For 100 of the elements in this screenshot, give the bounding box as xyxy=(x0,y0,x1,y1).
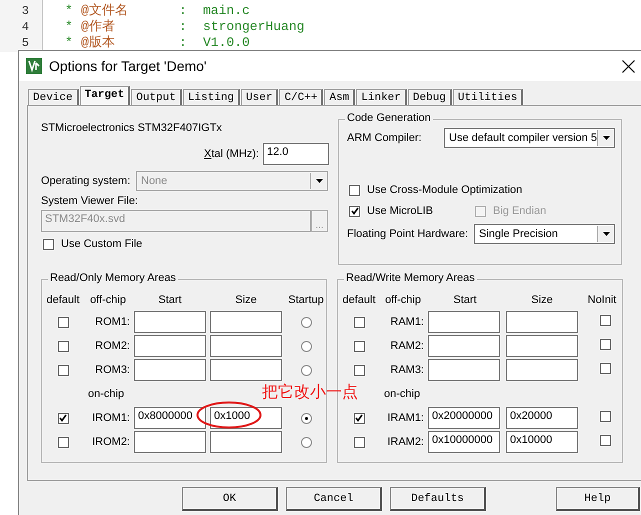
checkbox[interactable] xyxy=(43,238,54,250)
start-address-field[interactable] xyxy=(134,335,206,357)
startup-radio[interactable] xyxy=(300,316,312,328)
default-checkbox[interactable] xyxy=(58,340,68,352)
start-address-field[interactable] xyxy=(134,431,206,453)
xtal-field[interactable]: 12.0 xyxy=(263,143,329,165)
start-address-field[interactable] xyxy=(428,359,500,381)
dialog-button[interactable]: Cancel xyxy=(286,487,382,511)
comment-marker: * xyxy=(65,35,74,51)
size-field[interactable] xyxy=(506,311,578,333)
start-address-field[interactable] xyxy=(134,359,206,381)
compiler-dropdown[interactable]: Use default compiler version 5 xyxy=(444,128,615,148)
memory-area-label: RAM3: xyxy=(389,364,425,376)
dropdown-arrow-icon xyxy=(602,232,610,236)
startup-radio[interactable] xyxy=(300,340,312,352)
comment-marker: * xyxy=(65,3,74,19)
startup-radio[interactable] xyxy=(300,412,312,424)
no-init-checkbox[interactable] xyxy=(600,411,610,422)
startup-radio[interactable] xyxy=(300,436,312,448)
no-init-checkbox[interactable] xyxy=(600,339,610,350)
size-field[interactable]: 0x10000 xyxy=(506,431,578,453)
default-checkbox[interactable] xyxy=(58,316,68,328)
default-checkbox[interactable] xyxy=(354,316,364,328)
tab[interactable]: Target xyxy=(80,86,130,105)
memory-area-label: ROM1: xyxy=(94,316,131,328)
default-checkbox[interactable] xyxy=(58,412,68,424)
size-field[interactable] xyxy=(210,359,282,381)
tab[interactable]: Listing xyxy=(182,89,240,105)
tab[interactable]: Linker xyxy=(356,89,407,105)
default-checkbox[interactable] xyxy=(354,436,364,448)
column-header: Size xyxy=(234,294,258,306)
tab[interactable]: Utilities xyxy=(452,89,524,105)
size-field[interactable] xyxy=(210,311,282,333)
xtal-label: Xtal (MHz): xyxy=(204,148,259,160)
startup-radio[interactable] xyxy=(300,364,312,376)
column-header: Start xyxy=(452,294,478,306)
tab[interactable]: Debug xyxy=(408,89,452,105)
highlight-ellipse xyxy=(196,401,262,429)
start-address-field[interactable]: 0x8000000 xyxy=(134,407,206,429)
tab[interactable]: Asm xyxy=(324,89,356,105)
column-header: Startup xyxy=(287,294,325,306)
column-header: Size xyxy=(530,294,554,306)
memory-area-label: IROM1: xyxy=(91,412,131,424)
size-field[interactable] xyxy=(506,335,578,357)
dropdown-arrow-icon xyxy=(316,179,322,183)
size-field[interactable] xyxy=(506,359,578,381)
comment-value: main.c xyxy=(203,3,250,19)
line-number: 3 xyxy=(22,3,30,19)
comment-tag: @作者 xyxy=(81,19,179,35)
close-icon[interactable] xyxy=(622,60,635,72)
checkbox[interactable] xyxy=(349,206,360,216)
start-address-field[interactable] xyxy=(428,335,500,357)
size-field[interactable]: 0x1000 xyxy=(210,407,282,429)
size-field[interactable] xyxy=(210,431,282,453)
column-header: default xyxy=(341,294,377,306)
memory-area-label: ROM2: xyxy=(94,340,131,352)
no-init-checkbox[interactable] xyxy=(600,315,610,326)
size-field[interactable] xyxy=(210,335,282,357)
start-address-field[interactable] xyxy=(134,311,206,333)
start-address-field[interactable]: 0x20000000 xyxy=(428,407,500,429)
section-label: on-chip xyxy=(87,388,126,400)
tab[interactable]: Device xyxy=(28,89,79,105)
checkbox-label: Big Endian xyxy=(493,205,546,217)
dialog-button[interactable]: OK xyxy=(182,487,278,511)
dialog-button[interactable]: Help xyxy=(556,487,640,511)
os-label: Operating system: xyxy=(41,175,132,187)
annotation-text: 把它改小一点 xyxy=(262,382,358,401)
size-field[interactable]: 0x20000 xyxy=(506,407,578,429)
comment-marker: * xyxy=(65,19,74,35)
no-init-checkbox[interactable] xyxy=(600,435,610,446)
column-header: Start xyxy=(157,294,183,306)
tab[interactable]: C/C++ xyxy=(279,89,324,105)
column-header: default xyxy=(45,294,81,306)
comment-value: V1.0.0 xyxy=(203,35,250,51)
comment-separator: : xyxy=(179,19,188,35)
default-checkbox[interactable] xyxy=(354,340,364,352)
default-checkbox[interactable] xyxy=(58,436,68,448)
comment-tag: @文件名 xyxy=(81,3,179,19)
comment-value: strongerHuang xyxy=(203,19,304,35)
default-checkbox[interactable] xyxy=(354,412,364,424)
comment-separator: : xyxy=(179,35,188,51)
svd-label: System Viewer File: xyxy=(41,195,139,207)
start-address-field[interactable]: 0x10000000 xyxy=(428,431,500,453)
dialog-button[interactable]: Defaults xyxy=(390,487,486,511)
comment-tag: @版本 xyxy=(81,35,179,51)
checkbox[interactable] xyxy=(349,184,360,196)
default-checkbox[interactable] xyxy=(58,364,68,376)
column-header: off-chip xyxy=(89,294,127,306)
default-checkbox[interactable] xyxy=(354,364,364,376)
checkbox-label: Use MicroLIB xyxy=(367,205,434,217)
memory-area-label: RAM1: xyxy=(389,316,425,328)
group-title: Read/Write Memory Areas xyxy=(344,272,477,284)
comment-separator: : xyxy=(179,3,188,19)
tab[interactable]: Output xyxy=(131,89,182,105)
tab[interactable]: User xyxy=(241,89,278,105)
no-init-checkbox[interactable] xyxy=(600,363,610,374)
start-address-field[interactable] xyxy=(428,311,500,333)
app-logo-icon xyxy=(26,58,42,74)
fpu-dropdown[interactable]: Single Precision xyxy=(474,224,615,244)
memory-area-label: IRAM1: xyxy=(386,412,425,424)
